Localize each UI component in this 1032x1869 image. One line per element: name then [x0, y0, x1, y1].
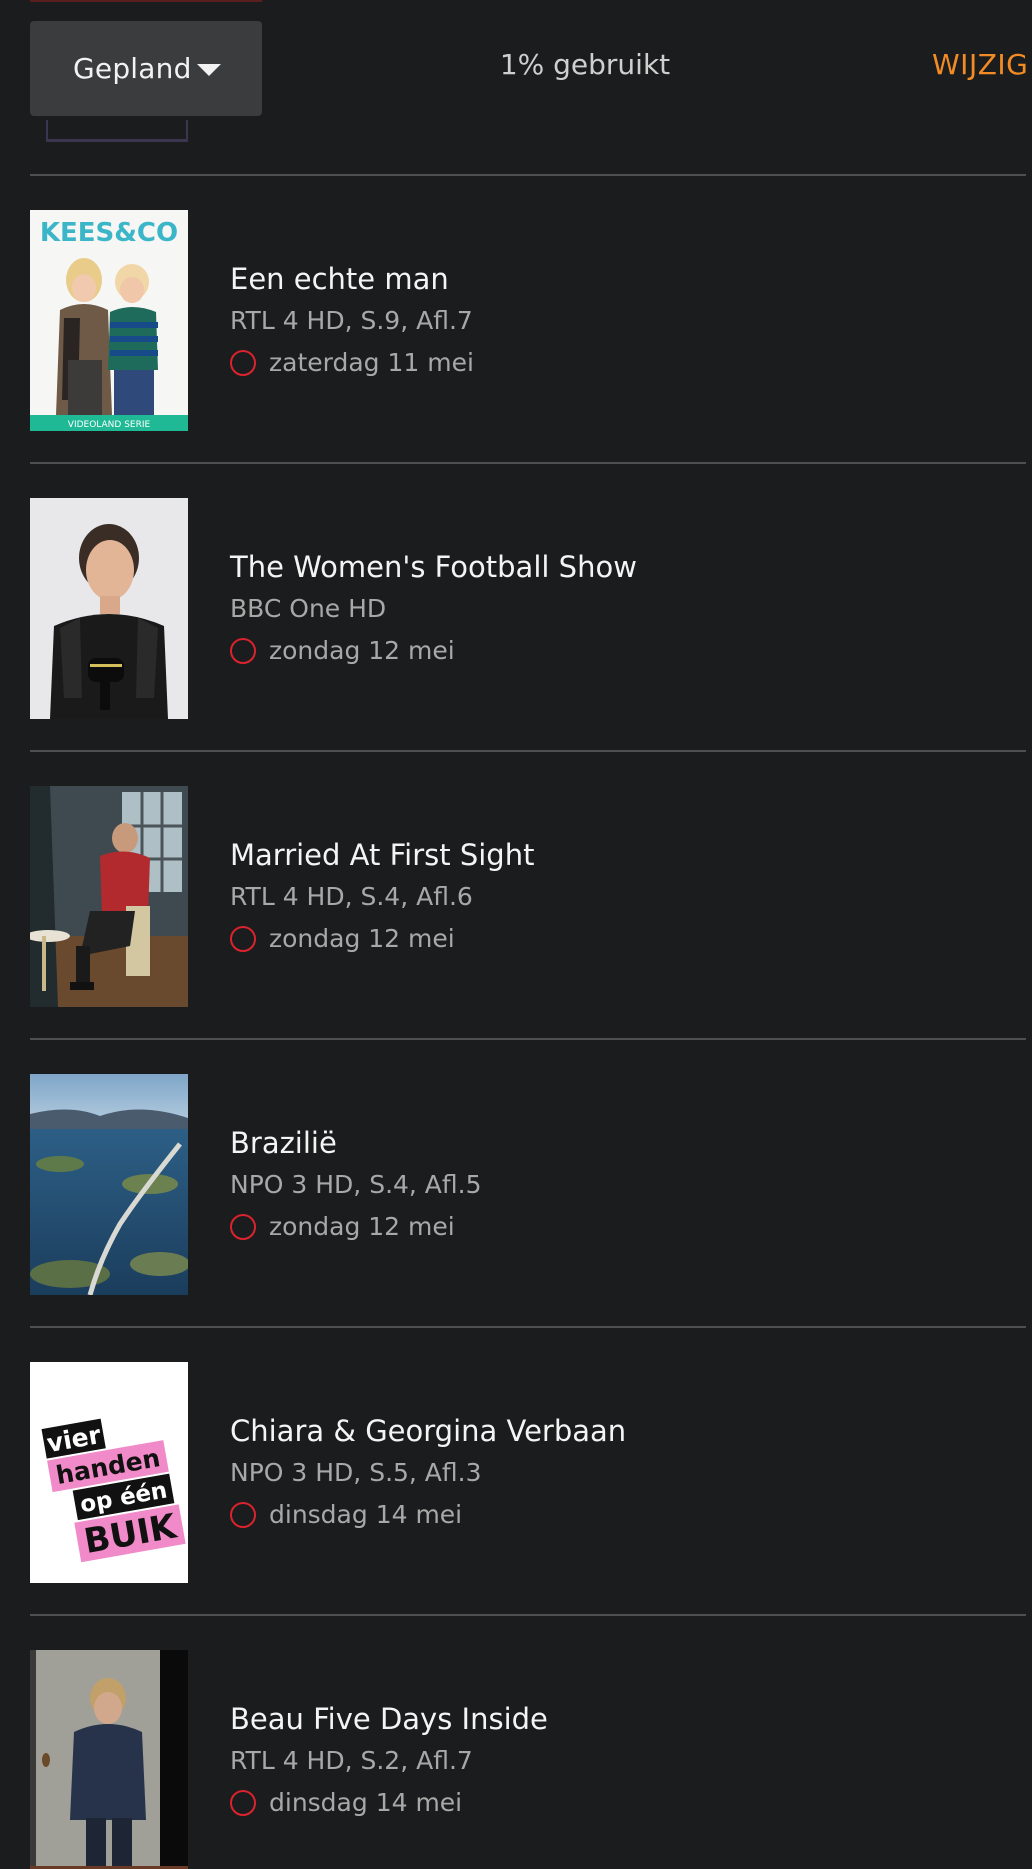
record-icon [230, 637, 256, 664]
recording-channel-episode: BBC One HD [230, 594, 387, 623]
recording-date: dinsdag 14 mei [269, 1499, 463, 1529]
recording-channel-episode: RTL 4 HD, S.9, Afl.7 [230, 306, 473, 335]
recording-channel-episode: NPO 3 HD, S.4, Afl.5 [230, 1170, 482, 1199]
recording-schedule: zondag 12 mei [230, 634, 637, 666]
thumbnail-footer-text: VIDEOLAND SERIE [68, 420, 151, 430]
record-icon [230, 1501, 256, 1528]
recordings-screen: Gepland 1% gebruikt WIJZIG KEES&CO VIDEO… [0, 0, 1032, 1869]
recording-info: Married At First Sight RTL 4 HD, S.4, Af… [230, 836, 534, 954]
recording-info: Brazilië NPO 3 HD, S.4, Afl.5 zondag 12 … [230, 1124, 482, 1242]
program-thumbnail: vier handen op één BUIK [30, 1362, 188, 1583]
recording-channel-episode: RTL 4 HD, S.2, Afl.7 [230, 1746, 473, 1775]
program-thumbnail [30, 498, 188, 719]
storage-usage: 1% gebruikt [499, 48, 671, 81]
program-thumbnail [30, 786, 188, 1007]
recording-title: Brazilië [230, 1126, 337, 1160]
recording-item[interactable]: vier handen op één BUIK Chiara & Georgin… [0, 1328, 1032, 1614]
recording-item[interactable]: Beau Five Days Inside RTL 4 HD, S.2, Afl… [0, 1616, 1032, 1869]
recording-schedule: zondag 12 mei [230, 1210, 482, 1242]
recording-title: The Women's Football Show [230, 550, 637, 584]
recording-info: The Women's Football Show BBC One HD zon… [230, 548, 637, 666]
recording-item[interactable]: The Women's Football Show BBC One HD zon… [0, 464, 1032, 750]
recording-title: Chiara & Georgina Verbaan [230, 1414, 627, 1448]
recording-title: Een echte man [230, 262, 449, 296]
recording-schedule: dinsdag 14 mei [230, 1786, 548, 1818]
program-thumbnail [30, 1074, 188, 1295]
recording-schedule: dinsdag 14 mei [230, 1498, 626, 1530]
recording-schedule: zaterdag 11 mei [230, 346, 474, 378]
top-accent-bar [30, 0, 262, 2]
edit-button[interactable]: WIJZIG [932, 48, 1028, 81]
recording-item[interactable]: Brazilië NPO 3 HD, S.4, Afl.5 zondag 12 … [0, 1040, 1032, 1326]
program-thumbnail: KEES&CO VIDEOLAND SERIE [30, 210, 188, 431]
recording-info: Een echte man RTL 4 HD, S.9, Afl.7 zater… [230, 260, 474, 378]
recording-date: dinsdag 14 mei [269, 1787, 463, 1817]
recording-date: zaterdag 11 mei [269, 347, 474, 377]
record-icon [230, 349, 256, 376]
recording-channel-episode: RTL 4 HD, S.4, Afl.6 [230, 882, 473, 911]
previous-item-thumbnail [46, 120, 188, 142]
record-icon [230, 1213, 256, 1240]
recording-item[interactable]: Married At First Sight RTL 4 HD, S.4, Af… [0, 752, 1032, 1038]
recordings-list: KEES&CO VIDEOLAND SERIE Een echte man RT… [0, 174, 1032, 1869]
recording-date: zondag 12 mei [269, 923, 455, 953]
recording-date: zondag 12 mei [269, 635, 455, 665]
program-thumbnail [30, 1650, 188, 1869]
record-icon [230, 1789, 256, 1816]
recording-item[interactable]: KEES&CO VIDEOLAND SERIE Een echte man RT… [0, 176, 1032, 462]
thumbnail-logo-text: KEES&CO [40, 218, 178, 248]
recording-title: Beau Five Days Inside [230, 1702, 548, 1736]
recording-info: Beau Five Days Inside RTL 4 HD, S.2, Afl… [230, 1700, 548, 1818]
recording-info: Chiara & Georgina Verbaan NPO 3 HD, S.5,… [230, 1412, 626, 1530]
recordings-header: Gepland 1% gebruikt WIJZIG [0, 0, 1032, 120]
record-icon [230, 925, 256, 952]
recording-channel-episode: NPO 3 HD, S.5, Afl.3 [230, 1458, 482, 1487]
recording-title: Married At First Sight [230, 838, 535, 872]
recording-date: zondag 12 mei [269, 1211, 455, 1241]
recording-schedule: zondag 12 mei [230, 922, 534, 954]
